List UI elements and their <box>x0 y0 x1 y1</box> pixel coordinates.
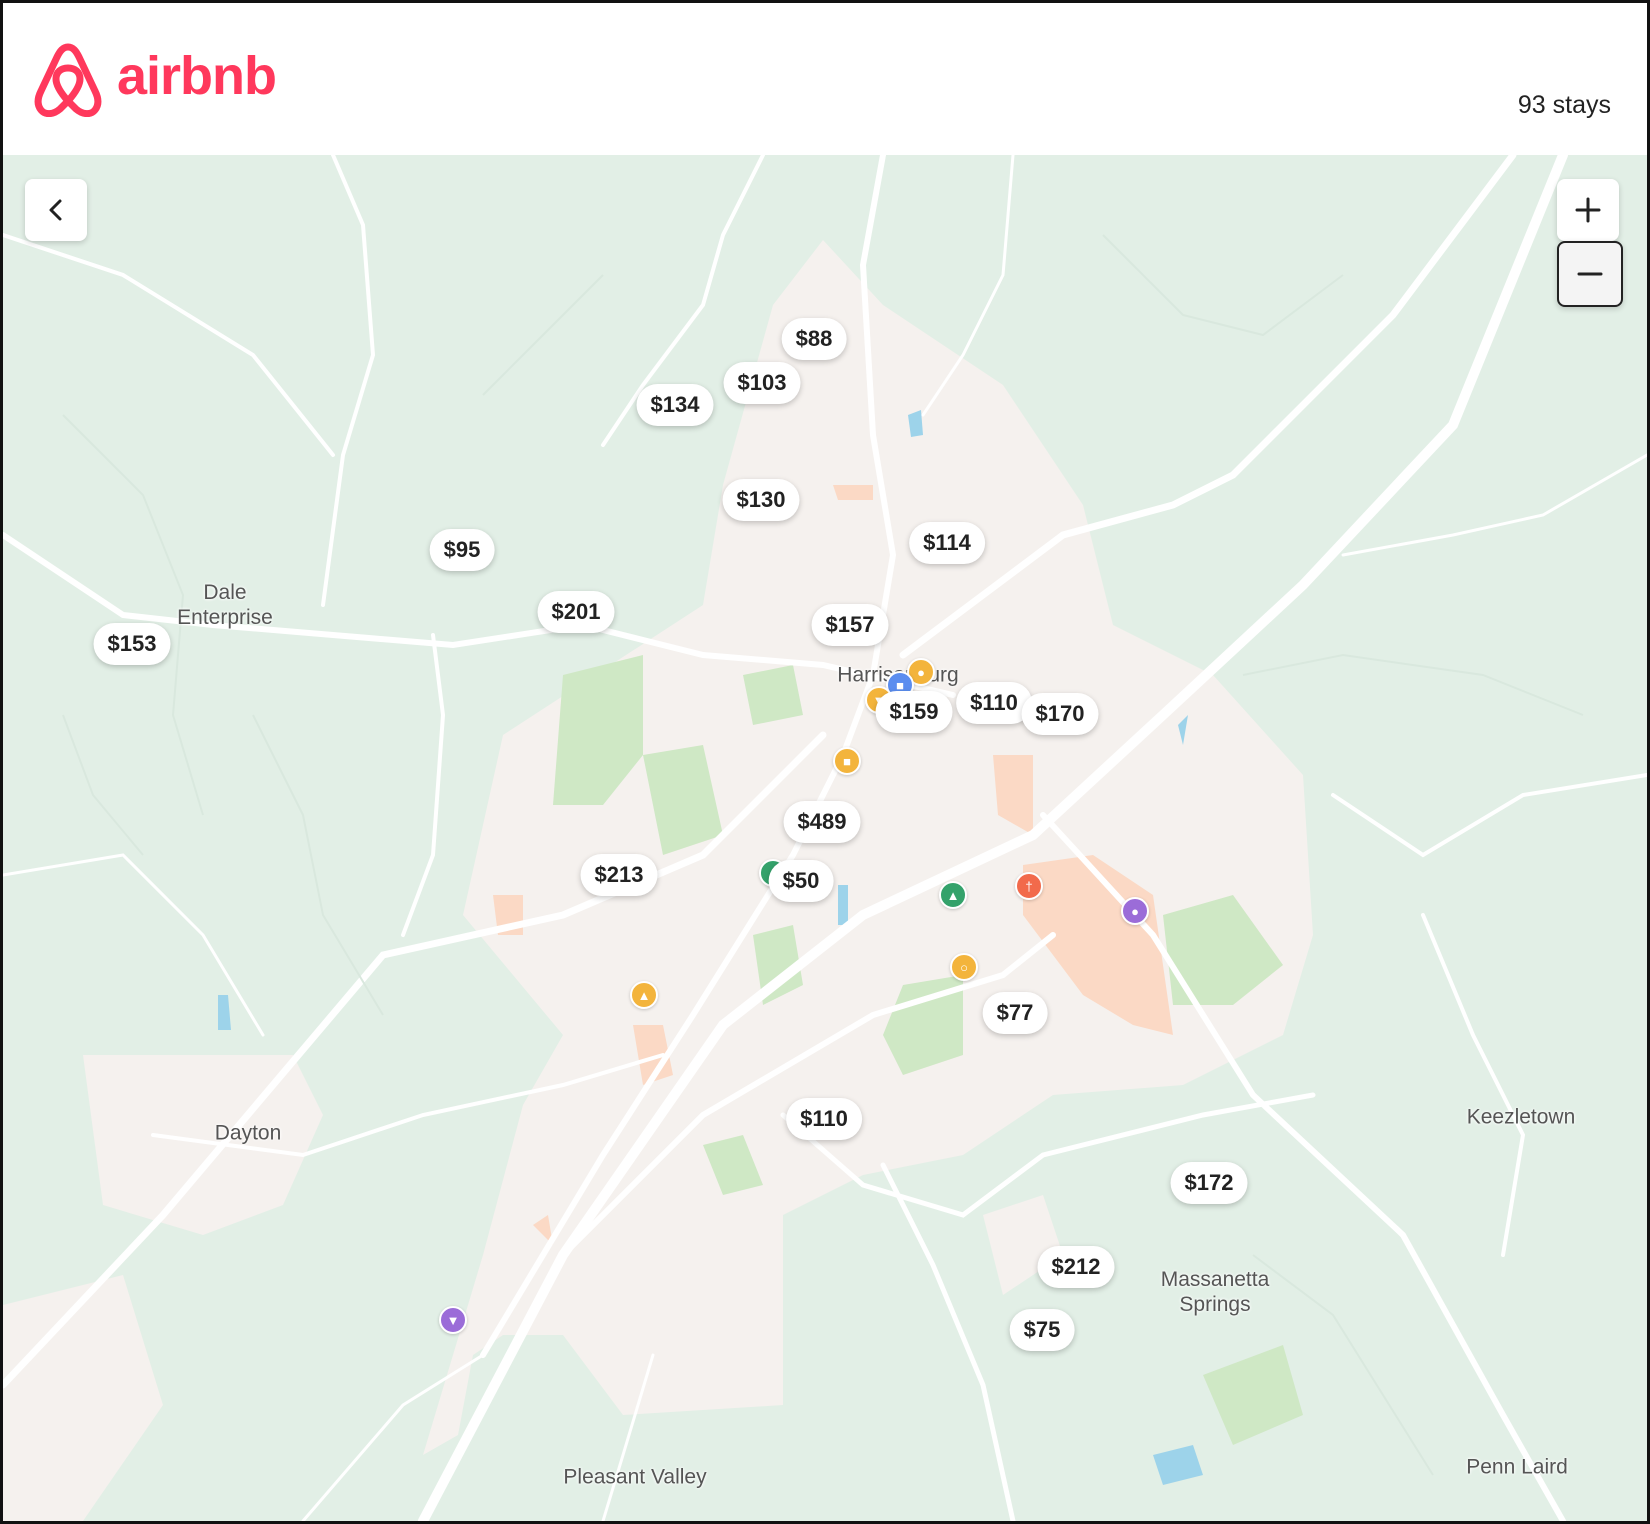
landmark-icon[interactable]: ○ <box>950 953 978 981</box>
grocery-basket-icon[interactable]: ▼ <box>439 1306 467 1334</box>
park <box>1203 1345 1303 1445</box>
park <box>743 665 803 725</box>
airbnb-wordmark: airbnb <box>117 46 277 106</box>
back-button[interactable] <box>25 179 87 241</box>
price-pin[interactable]: $201 <box>537 591 615 633</box>
park-icon[interactable]: ▲ <box>939 881 967 909</box>
price-pin[interactable]: $110 <box>786 1098 862 1140</box>
place-label: Massanetta Springs <box>1160 1268 1270 1316</box>
zoom-in-button[interactable] <box>1557 179 1619 241</box>
price-pin[interactable]: $153 <box>93 623 171 665</box>
airbnb-belo-icon <box>34 43 102 117</box>
airbnb-map-window: airbnb 93 stays Dale Enterprise Dayton K… <box>0 0 1650 1524</box>
zoom-out-button[interactable] <box>1557 241 1623 307</box>
top-header: airbnb 93 stays <box>3 3 1647 155</box>
lake <box>218 995 231 1030</box>
map-area[interactable]: Dale Enterprise Harrisonburg Dayton Keez… <box>3 155 1647 1521</box>
dayton-urban <box>83 1055 323 1235</box>
place-label: Dale Enterprise <box>177 581 273 629</box>
price-pin[interactable]: $88 <box>781 318 847 360</box>
airbnb-logo[interactable]: airbnb <box>33 41 277 117</box>
minus-icon <box>1577 272 1603 276</box>
grocery-cart-icon[interactable]: ▲ <box>630 981 658 1009</box>
price-pin[interactable]: $170 <box>1021 693 1099 735</box>
price-pin[interactable]: $130 <box>722 479 800 521</box>
lake <box>1153 1445 1203 1485</box>
price-pin[interactable]: $103 <box>723 362 801 404</box>
price-pin[interactable]: $212 <box>1037 1246 1115 1288</box>
price-pin[interactable]: $75 <box>1009 1309 1075 1351</box>
stays-count: 93 stays <box>1517 91 1611 119</box>
price-pin[interactable]: $50 <box>768 860 834 902</box>
price-pin[interactable]: $489 <box>783 801 861 843</box>
museum-icon[interactable]: ■ <box>833 747 861 775</box>
place-label: Pleasant Valley <box>563 1465 707 1489</box>
price-pin[interactable]: $134 <box>636 384 714 426</box>
price-pin[interactable]: $159 <box>875 691 953 733</box>
plus-icon <box>1575 197 1601 223</box>
price-pin[interactable]: $172 <box>1170 1162 1248 1204</box>
place-label: Keezletown <box>1466 1105 1576 1129</box>
chevron-left-icon <box>49 199 62 221</box>
restaurant-icon[interactable]: † <box>1015 872 1043 900</box>
shopping-bag-icon[interactable]: ● <box>1121 897 1149 925</box>
place-label: Penn Laird <box>1466 1455 1568 1479</box>
commercial <box>833 485 873 500</box>
sw-urban <box>3 1275 163 1521</box>
place-label: Dayton <box>214 1121 282 1145</box>
price-pin[interactable]: $114 <box>909 522 985 564</box>
price-pin[interactable]: $95 <box>429 529 495 571</box>
price-pin[interactable]: $77 <box>982 992 1048 1034</box>
price-pin[interactable]: $157 <box>811 604 889 646</box>
price-pin[interactable]: $110 <box>956 682 1032 724</box>
price-pin[interactable]: $213 <box>580 854 658 896</box>
lake <box>838 885 848 925</box>
